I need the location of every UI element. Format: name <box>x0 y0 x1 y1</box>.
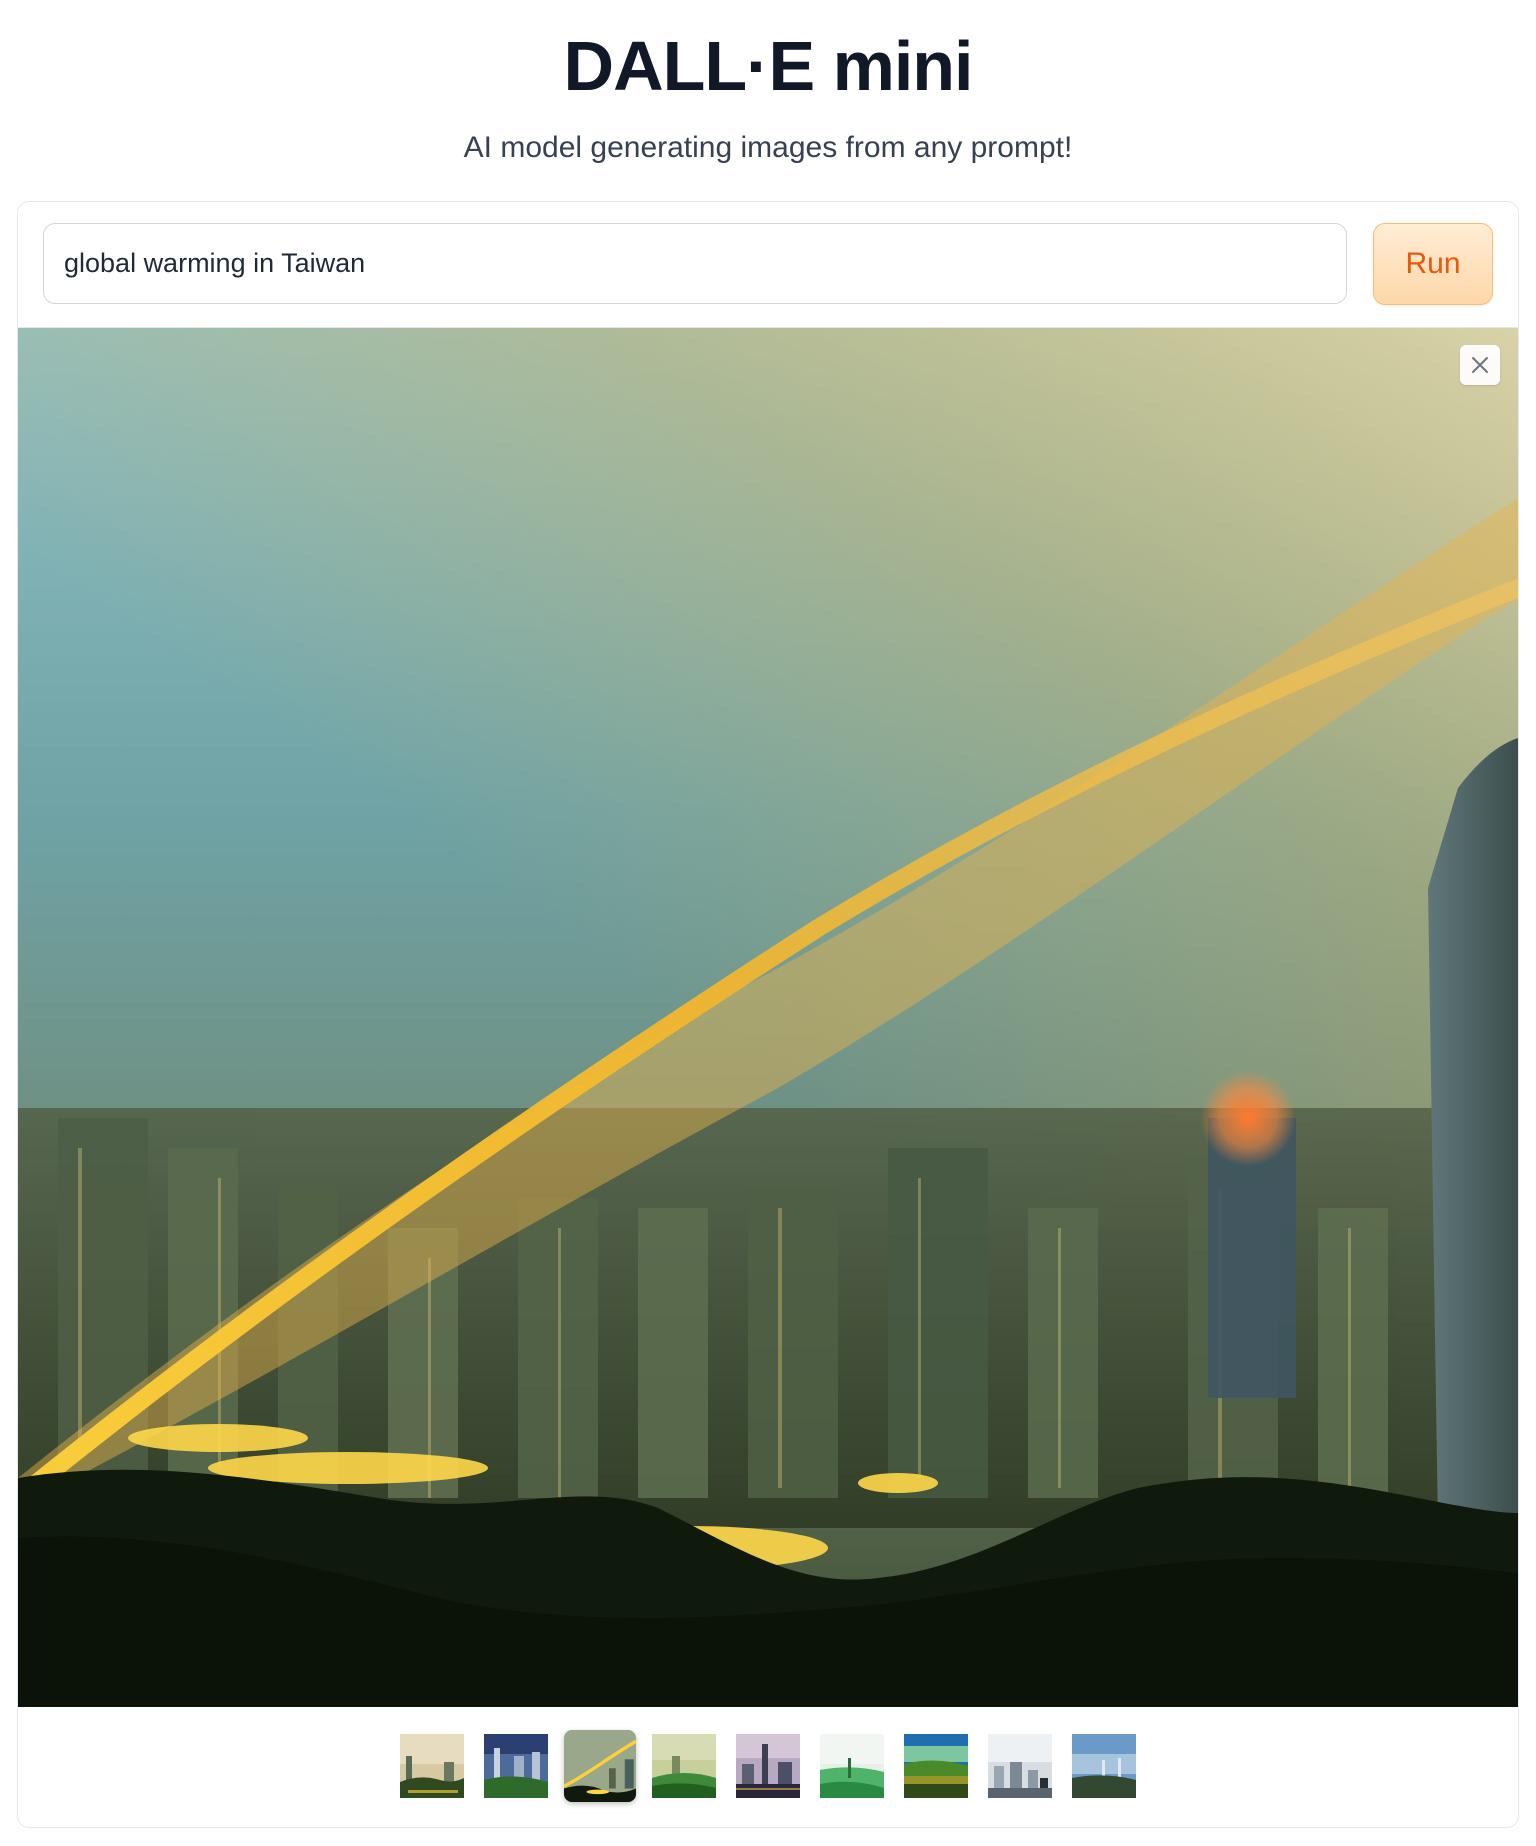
page-subtitle: AI model generating images from any prom… <box>463 131 1073 164</box>
generated-image <box>18 328 1518 1707</box>
thumbnail-strip <box>18 1730 1518 1802</box>
thumbnail-8[interactable] <box>988 1734 1052 1798</box>
thumbnail-2[interactable] <box>484 1734 548 1798</box>
thumbnail-5[interactable] <box>736 1734 800 1798</box>
thumbnail-9[interactable] <box>1072 1734 1136 1798</box>
app-card: Run <box>17 201 1519 1828</box>
thumbnail-1[interactable] <box>400 1734 464 1798</box>
close-button[interactable] <box>1460 345 1500 385</box>
thumbnail-7[interactable] <box>904 1734 968 1798</box>
page: DALL·E mini AI model generating images f… <box>0 0 1536 1846</box>
run-button[interactable]: Run <box>1373 223 1493 305</box>
close-icon <box>1472 357 1488 373</box>
prompt-input[interactable] <box>43 223 1347 304</box>
thumbnail-4[interactable] <box>652 1734 716 1798</box>
thumbnail-3-selected[interactable] <box>564 1730 636 1802</box>
thumbnail-6[interactable] <box>820 1734 884 1798</box>
generated-image-viewer <box>18 327 1518 1707</box>
page-title: DALL·E mini <box>563 27 974 105</box>
